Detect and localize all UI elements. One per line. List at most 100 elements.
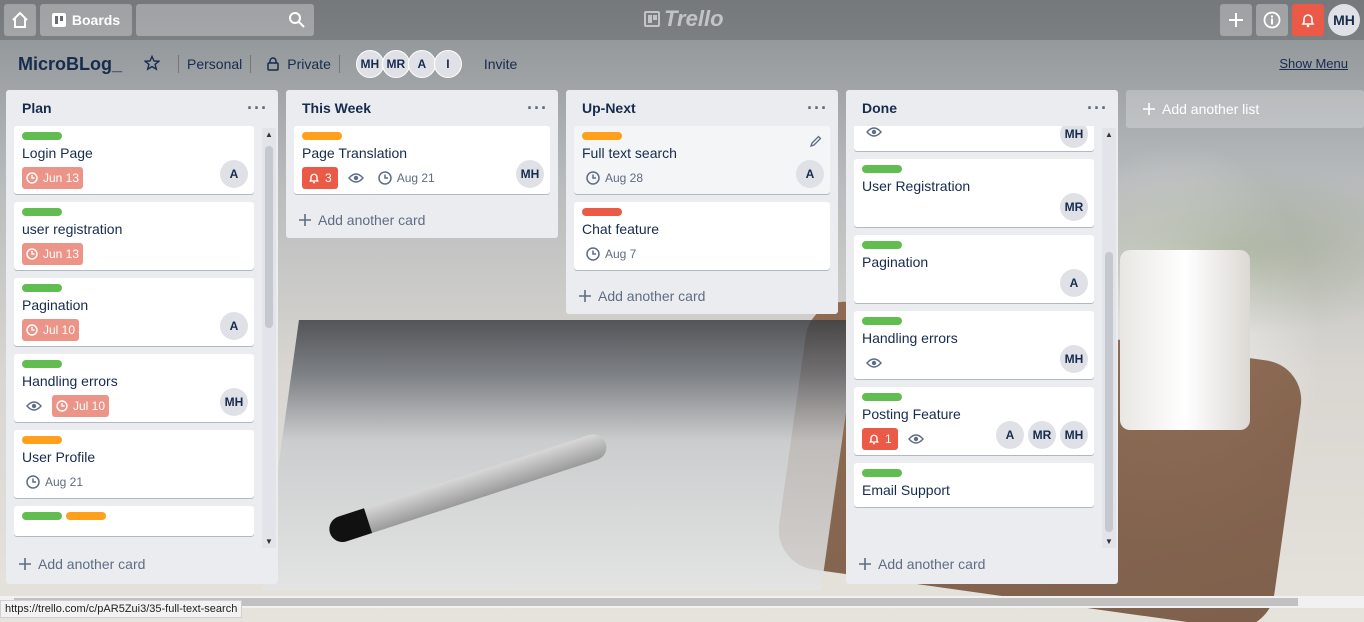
card-label-green[interactable] — [22, 360, 62, 368]
home-button[interactable] — [4, 4, 36, 36]
notification-count: 1 — [885, 432, 892, 446]
card-label-orange[interactable] — [302, 132, 342, 140]
list-title[interactable]: Done — [862, 100, 897, 116]
due-date-badge[interactable]: Jun 13 — [22, 167, 84, 189]
card-member-avatar[interactable]: A — [796, 160, 824, 188]
scroll-thumb[interactable] — [265, 146, 273, 328]
list-title[interactable]: Plan — [22, 100, 52, 116]
card[interactable]: Pagination A — [854, 235, 1094, 303]
board-member-avatar[interactable]: I — [433, 50, 462, 78]
add-card-button[interactable]: Add another card — [286, 202, 558, 238]
clock-icon — [26, 324, 38, 336]
card[interactable]: user registration Jun 13 — [14, 202, 254, 270]
search-input[interactable] — [136, 4, 314, 36]
due-date-badge[interactable]: Aug 28 — [582, 167, 647, 189]
invite-button[interactable]: Invite — [484, 56, 517, 72]
list-menu-button[interactable]: ··· — [807, 98, 828, 119]
card[interactable]: Email Support — [854, 463, 1094, 507]
card-member-avatar[interactable]: MH — [220, 388, 248, 416]
card-label-green[interactable] — [22, 208, 62, 216]
scroll-down-arrow[interactable]: ▼ — [1105, 537, 1113, 546]
list-scrollbar[interactable]: ▲ ▼ — [1102, 128, 1116, 548]
scroll-down-arrow[interactable]: ▼ — [265, 537, 273, 546]
notification-badge[interactable]: 3 — [302, 167, 338, 189]
due-date-badge[interactable]: Jul 10 — [52, 395, 110, 417]
trello-logo[interactable]: Trello — [644, 6, 724, 32]
add-list-button[interactable]: Add another list — [1126, 90, 1364, 128]
list-header[interactable]: This Week ··· — [286, 90, 558, 126]
boards-button[interactable]: Boards — [40, 4, 132, 36]
board-team-button[interactable]: Personal — [187, 56, 242, 72]
card-label-green[interactable] — [862, 469, 902, 477]
card-label-red[interactable] — [582, 208, 622, 216]
list-menu-button[interactable]: ··· — [1087, 98, 1108, 119]
notification-badge[interactable]: 1 — [862, 428, 898, 450]
card-member-avatar[interactable]: A — [220, 312, 248, 340]
card[interactable]: User Registration MR — [854, 159, 1094, 227]
card-label-green[interactable] — [862, 393, 902, 401]
card-member-avatar[interactable]: MH — [516, 160, 544, 188]
card[interactable]: Login Page Jun 13 A — [14, 126, 254, 194]
star-button[interactable] — [143, 54, 161, 74]
due-date-badge[interactable]: Aug 21 — [22, 471, 87, 493]
list-title[interactable]: Up-Next — [582, 100, 636, 116]
card-label-green[interactable] — [862, 241, 902, 249]
due-date-badge[interactable]: Jun 13 — [22, 243, 84, 265]
card[interactable]: Handling errors Jul 10 MH — [14, 354, 254, 422]
list-menu-button[interactable]: ··· — [247, 98, 268, 119]
card-member-avatar[interactable]: MH — [1060, 345, 1088, 373]
card-label-green[interactable] — [22, 284, 62, 292]
show-menu-button[interactable]: Show Menu — [1279, 56, 1348, 71]
card-member-avatar[interactable]: A — [996, 421, 1024, 449]
search-icon[interactable] — [288, 11, 306, 29]
due-date-badge[interactable]: Jul 10 — [22, 319, 80, 341]
board-visibility-button[interactable]: Private — [267, 56, 331, 72]
card[interactable] — [14, 506, 254, 536]
card-label-orange[interactable] — [66, 512, 106, 520]
scroll-thumb[interactable] — [1105, 252, 1113, 532]
board-title[interactable]: MicroBLog_ — [18, 54, 122, 75]
board-member-avatar[interactable]: A — [407, 50, 436, 78]
list-menu-button[interactable]: ··· — [527, 98, 548, 119]
info-button[interactable] — [1256, 4, 1288, 36]
board-member-avatar[interactable]: MR — [381, 50, 410, 78]
account-avatar[interactable]: MH — [1328, 4, 1360, 36]
add-card-button[interactable]: Add another card — [6, 546, 278, 582]
list-header[interactable]: Plan ··· — [6, 90, 278, 126]
list-title[interactable]: This Week — [302, 100, 371, 116]
edit-card-button[interactable] — [809, 134, 822, 150]
list-header[interactable]: Done ··· — [846, 90, 1118, 126]
card[interactable]: Handling errors MH — [854, 311, 1094, 379]
card[interactable]: Chat feature Aug 7 — [574, 202, 830, 270]
board-member-avatar[interactable]: MH — [355, 50, 384, 78]
card[interactable]: Full text search Aug 28 A — [574, 126, 830, 194]
list-header[interactable]: Up-Next ··· — [566, 90, 838, 126]
card-member-avatar[interactable]: MR — [1028, 421, 1056, 449]
card[interactable]: MH — [854, 126, 1094, 151]
scroll-up-arrow[interactable]: ▲ — [265, 130, 273, 139]
card-member-avatar[interactable]: MH — [1060, 126, 1088, 148]
card[interactable]: User Profile Aug 21 — [14, 430, 254, 498]
card-member-avatar[interactable]: MH — [1060, 421, 1088, 449]
due-date-badge[interactable]: Aug 21 — [374, 167, 439, 189]
add-card-button[interactable]: Add another card — [846, 546, 1118, 582]
add-card-button[interactable]: Add another card — [566, 278, 838, 314]
card-label-green[interactable] — [22, 512, 62, 520]
card[interactable]: Pagination Jul 10 A — [14, 278, 254, 346]
due-date-badge[interactable]: Aug 7 — [582, 243, 640, 265]
card-label-green[interactable] — [862, 165, 902, 173]
card-member-avatar[interactable]: MR — [1060, 193, 1088, 221]
card-member-avatar[interactable]: A — [1060, 269, 1088, 297]
card-label-orange[interactable] — [22, 436, 62, 444]
list-scrollbar[interactable]: ▲ ▼ — [262, 128, 276, 548]
add-card-label: Add another card — [598, 288, 706, 304]
card[interactable]: Page Translation 3 Aug 21 MH — [294, 126, 550, 194]
create-button[interactable] — [1220, 4, 1252, 36]
card[interactable]: Posting Feature 1 A MR MH — [854, 387, 1094, 455]
notifications-button[interactable] — [1292, 4, 1324, 36]
card-label-orange[interactable] — [582, 132, 622, 140]
card-label-green[interactable] — [862, 317, 902, 325]
card-label-green[interactable] — [22, 132, 62, 140]
scroll-up-arrow[interactable]: ▲ — [1105, 130, 1113, 139]
card-member-avatar[interactable]: A — [220, 160, 248, 188]
